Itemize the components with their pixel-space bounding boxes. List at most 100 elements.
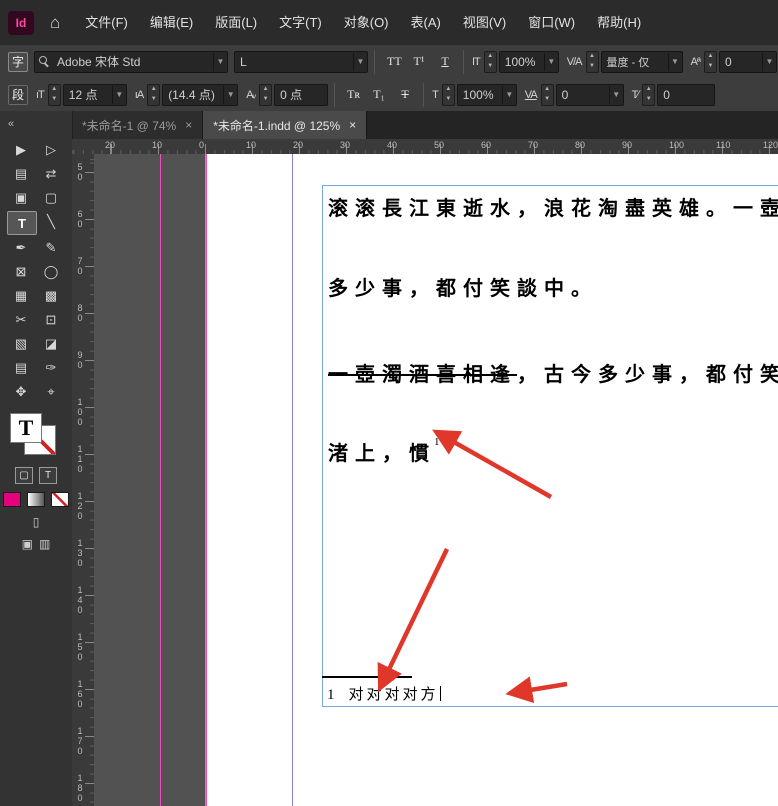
gradient-feather-tool-icon[interactable]: ◪ <box>37 333 65 355</box>
all-caps-button[interactable]: TT <box>381 51 405 73</box>
step-down-icon[interactable]: ▼ <box>443 95 454 105</box>
step-down-icon[interactable]: ▼ <box>260 95 271 105</box>
tab-untitled-1-indd[interactable]: *未命名-1.indd @ 125% × <box>203 111 368 139</box>
superscript-button[interactable]: T¹ <box>407 51 431 73</box>
step-up-icon[interactable]: ▲ <box>148 85 159 95</box>
step-down-icon[interactable]: ▼ <box>705 62 716 72</box>
vertical-ruler[interactable]: 50 60 70 80 90 100 110 120 130 140 150 160 170 180 <box>72 154 95 806</box>
home-icon[interactable]: ⌂ <box>50 13 60 33</box>
tab-close-icon[interactable]: × <box>185 118 192 132</box>
eyedropper-tool-icon[interactable]: ✑ <box>37 357 65 379</box>
font-size-combo[interactable]: 12 点 ▼ <box>62 83 127 106</box>
formatting-affects-text-button[interactable]: T <box>39 467 57 484</box>
fill-indicator[interactable]: T <box>10 413 42 443</box>
chevron-down-icon[interactable]: ▼ <box>111 85 126 104</box>
fill-stroke-proxy[interactable]: T <box>10 413 62 459</box>
menu-layout[interactable]: 版面(L) <box>204 0 268 45</box>
content-collector-tool-icon[interactable]: ▣ <box>7 187 35 209</box>
step-up-icon[interactable]: ▲ <box>705 52 716 62</box>
chevron-down-icon[interactable]: ▼ <box>608 85 623 104</box>
skew-field[interactable]: 0 <box>657 83 716 106</box>
menu-edit[interactable]: 编辑(E) <box>139 0 204 45</box>
page-tool-icon[interactable]: ▤ <box>7 163 35 185</box>
step-up-icon[interactable]: ▲ <box>260 85 271 95</box>
kern-pair-stepper[interactable]: ▲ ▼ <box>259 83 273 106</box>
tracking-combo[interactable]: 0 ▼ <box>555 83 624 106</box>
ellipse-frame-tool-icon[interactable]: ◯ <box>37 261 65 283</box>
rectangle-tool-icon[interactable]: ▦ <box>7 285 35 307</box>
baseline-shift-stepper[interactable]: ▲ ▼ <box>703 50 717 73</box>
text-line-3[interactable]: 一壺濁酒喜相逢，古今多少事，都付笑 <box>328 358 778 387</box>
step-down-icon[interactable]: ▼ <box>643 95 654 105</box>
chevron-down-icon[interactable]: ▼ <box>223 85 237 104</box>
apply-gradient-button[interactable] <box>27 492 45 507</box>
font-style-combo[interactable]: L ▼ <box>234 50 368 73</box>
zoom-tool-icon[interactable]: ⌖ <box>37 381 65 403</box>
menu-view[interactable]: 视图(V) <box>452 0 517 45</box>
tab-close-icon[interactable]: × <box>349 118 356 132</box>
apply-none-button[interactable] <box>51 492 69 507</box>
note-tool-icon[interactable]: ▤ <box>7 357 35 379</box>
selection-tool-icon[interactable]: ▶ <box>7 139 35 161</box>
rectangle-frame-tool-icon[interactable]: ⊠ <box>7 261 35 283</box>
scissors-tool-icon[interactable]: ✂ <box>7 309 35 331</box>
small-caps-button[interactable]: Tʀ <box>341 84 365 106</box>
step-up-icon[interactable]: ▲ <box>643 85 654 95</box>
step-down-icon[interactable]: ▼ <box>49 95 60 105</box>
strikethrough-text[interactable]: 一壺濁酒喜相逢 <box>328 364 517 386</box>
menu-object[interactable]: 对象(O) <box>333 0 400 45</box>
chevron-down-icon[interactable]: ▼ <box>501 85 516 104</box>
free-transform-tool-icon[interactable]: ⊡ <box>37 309 65 331</box>
step-up-icon[interactable]: ▲ <box>49 85 60 95</box>
menu-table[interactable]: 表(A) <box>400 0 452 45</box>
formatting-affects-container-button[interactable]: ▢ <box>15 467 33 484</box>
vertical-scale-stepper[interactable]: ▲ ▼ <box>483 50 497 73</box>
chevron-down-icon[interactable]: ▼ <box>761 52 776 71</box>
strikethrough-button[interactable]: T <box>393 84 417 106</box>
horizontal-scale-stepper[interactable]: ▲ ▼ <box>441 83 455 106</box>
paragraph-formatting-button[interactable]: 段 <box>8 84 28 105</box>
chevron-down-icon[interactable]: ▼ <box>543 52 558 71</box>
footnote-text-line[interactable]: 1 对对对对方 <box>327 683 442 704</box>
view-options-icon[interactable]: ▯ <box>33 515 40 529</box>
step-up-icon[interactable]: ▲ <box>485 52 496 62</box>
step-up-icon[interactable]: ▲ <box>443 85 454 95</box>
text-line-1[interactable]: 滚滚長江東逝水，浪花淘盡英雄。一壺 <box>328 192 778 221</box>
subscript-button[interactable]: T₁ <box>367 84 391 106</box>
horizontal-scale-combo[interactable]: 100% ▼ <box>456 83 517 106</box>
text-line-4[interactable]: 渚上，慣1 <box>328 436 442 466</box>
pencil-tool-icon[interactable]: ✎ <box>37 237 65 259</box>
horizontal-ruler[interactable]: 20 10 0 10 20 30 40 50 60 70 80 90 100 110 120 <box>72 139 778 155</box>
apply-color-button[interactable] <box>3 492 21 507</box>
hand-tool-icon[interactable]: ✥ <box>7 381 35 403</box>
gradient-tool-icon[interactable]: ▧ <box>7 333 35 355</box>
step-down-icon[interactable]: ▼ <box>485 62 496 72</box>
character-formatting-button[interactable]: 字 <box>8 51 28 72</box>
content-placer-tool-icon[interactable]: ▢ <box>37 187 65 209</box>
tracking-stepper[interactable]: ▲ ▼ <box>540 83 554 106</box>
step-down-icon[interactable]: ▼ <box>587 62 598 72</box>
footnote-text[interactable]: 对对对对方 <box>349 687 439 703</box>
baseline-shift-combo[interactable]: 0 ▼ <box>718 50 777 73</box>
step-up-icon[interactable]: ▲ <box>587 52 598 62</box>
chevron-down-icon[interactable]: ▼ <box>667 52 682 71</box>
preview-mode-button[interactable]: ▥ <box>39 537 50 551</box>
leading-combo[interactable]: (14.4 点) ▼ <box>162 83 239 106</box>
font-family-combo[interactable]: Adobe 宋体 Std ▼ <box>34 50 228 73</box>
collapse-panel-icon[interactable]: « <box>0 111 72 137</box>
line-tool-icon[interactable]: ╲ <box>37 211 65 233</box>
direct-selection-tool-icon[interactable]: ▷ <box>37 139 65 161</box>
tab-untitled-1[interactable]: *未命名-1 @ 74% × <box>72 111 204 139</box>
menu-help[interactable]: 帮助(H) <box>586 0 652 45</box>
font-size-stepper[interactable]: ▲ ▼ <box>47 83 61 106</box>
underline-button[interactable]: T <box>433 51 457 73</box>
step-up-icon[interactable]: ▲ <box>542 85 553 95</box>
text-line-2[interactable]: 多少事，都付笑談中。 <box>328 272 598 301</box>
kern-pair-field[interactable]: 0 点 <box>274 83 329 106</box>
pen-tool-icon[interactable]: ✒ <box>7 237 35 259</box>
skew-stepper[interactable]: ▲ ▼ <box>642 83 656 106</box>
leading-stepper[interactable]: ▲ ▼ <box>147 83 161 106</box>
menu-file[interactable]: 文件(F) <box>74 0 139 45</box>
type-tool-icon[interactable]: T <box>7 211 37 235</box>
gap-tool-icon[interactable]: ⇄ <box>37 163 65 185</box>
